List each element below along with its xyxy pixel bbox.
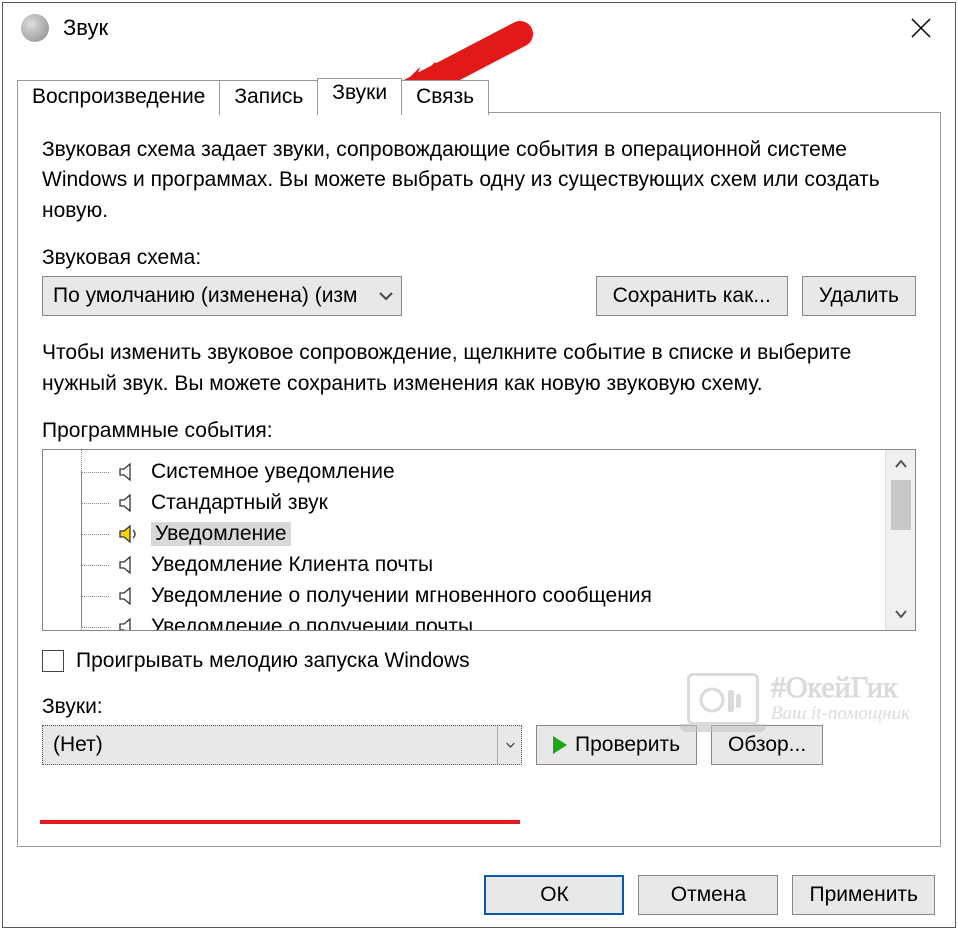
tree-connector xyxy=(67,487,117,518)
event-item[interactable]: Уведомление xyxy=(43,518,885,549)
tab-content: Звуковая схема задает звуки, сопровождаю… xyxy=(17,112,941,847)
play-startup-label: Проигрывать мелодию запуска Windows xyxy=(76,649,470,673)
save-as-button[interactable]: Сохранить как... xyxy=(596,276,788,316)
event-item[interactable]: Уведомление о получении почты xyxy=(43,611,885,630)
scrollbar[interactable] xyxy=(885,450,915,630)
tree-connector xyxy=(67,456,117,487)
events-listbox[interactable]: Системное уведомление Стандартный звук У… xyxy=(42,449,916,631)
close-button[interactable] xyxy=(899,6,943,50)
tree-connector xyxy=(67,518,117,549)
event-item[interactable]: Стандартный звук xyxy=(43,487,885,518)
events-help-text: Чтобы изменить звуковое сопровождение, щ… xyxy=(42,338,916,399)
event-label: Уведомление xyxy=(151,522,291,546)
speaker-icon xyxy=(117,615,141,631)
scheme-value: По умолчанию (изменена) (изм xyxy=(53,284,367,308)
dialog-footer: ОК Отмена Применить xyxy=(484,875,935,915)
scheme-combo[interactable]: По умолчанию (изменена) (изм xyxy=(42,276,402,316)
event-label: Уведомление о получении почты xyxy=(151,615,473,631)
browse-button[interactable]: Обзор... xyxy=(711,725,823,765)
tree-connector xyxy=(67,580,117,611)
sound-app-icon xyxy=(21,14,49,42)
delete-button[interactable]: Удалить xyxy=(802,276,916,316)
ok-button[interactable]: ОК xyxy=(484,875,624,915)
event-item[interactable]: Системное уведомление xyxy=(43,456,885,487)
play-icon xyxy=(553,736,567,754)
description-text: Звуковая схема задает звуки, сопровождаю… xyxy=(42,135,916,226)
speaker-icon xyxy=(117,491,141,515)
events-label: Программные события: xyxy=(42,419,916,443)
speaker-icon xyxy=(117,460,141,484)
event-label: Уведомление Клиента почты xyxy=(151,553,433,577)
tree-connector xyxy=(67,549,117,580)
event-item[interactable]: Уведомление о получении мгновенного сооб… xyxy=(43,580,885,611)
close-icon xyxy=(910,17,932,39)
apply-button[interactable]: Применить xyxy=(792,875,935,915)
speaker-icon xyxy=(117,584,141,608)
tab-communications[interactable]: Связь xyxy=(401,80,489,115)
scroll-down-icon[interactable] xyxy=(895,606,907,624)
event-label: Уведомление о получении мгновенного сооб… xyxy=(151,584,652,608)
scheme-label: Звуковая схема: xyxy=(42,246,916,270)
scrollbar-thumb[interactable] xyxy=(891,480,911,530)
tab-recording[interactable]: Запись xyxy=(219,80,318,115)
window-title: Звук xyxy=(63,15,108,41)
event-label: Стандартный звук xyxy=(151,491,328,515)
play-startup-row: Проигрывать мелодию запуска Windows xyxy=(42,649,916,673)
event-label: Системное уведомление xyxy=(151,460,395,484)
cancel-button[interactable]: Отмена xyxy=(638,875,778,915)
titlebar: Звук xyxy=(3,3,955,53)
sounds-label: Звуки: xyxy=(42,695,916,719)
tree-connector xyxy=(67,611,117,630)
speaker-icon xyxy=(117,522,141,546)
chevron-down-icon xyxy=(497,726,515,764)
annotation-underline xyxy=(40,820,520,824)
play-startup-checkbox[interactable] xyxy=(42,650,64,672)
scroll-up-icon[interactable] xyxy=(895,456,907,474)
tab-sounds[interactable]: Звуки xyxy=(317,78,402,113)
tab-playback[interactable]: Воспроизведение xyxy=(17,80,220,115)
sound-dialog: Звук Воспроизведение Запись Звуки Связь … xyxy=(2,2,956,928)
sounds-combo[interactable]: (Нет) xyxy=(42,725,522,765)
tabs-area: Воспроизведение Запись Звуки Связь Звуко… xyxy=(17,78,941,847)
speaker-icon xyxy=(117,553,141,577)
event-item[interactable]: Уведомление Клиента почты xyxy=(43,549,885,580)
chevron-down-icon xyxy=(377,291,395,301)
sounds-value: (Нет) xyxy=(53,733,487,757)
test-button[interactable]: Проверить xyxy=(536,725,697,765)
tabs: Воспроизведение Запись Звуки Связь xyxy=(17,78,941,113)
